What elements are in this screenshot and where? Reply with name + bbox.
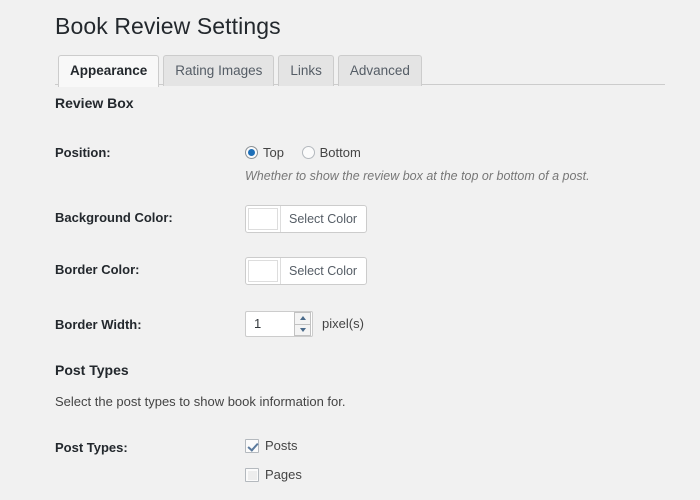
post-types-label: Post Types:	[55, 440, 128, 455]
tab-advanced[interactable]: Advanced	[337, 55, 422, 86]
stepper-down-icon[interactable]	[294, 324, 311, 336]
checkbox-option-posts[interactable]: Posts	[245, 437, 302, 455]
border-color-picker-button[interactable]: Select Color	[245, 257, 368, 285]
background-color-label: Background Color:	[55, 210, 173, 225]
border-width-unit: pixel(s)	[322, 316, 364, 331]
position-field: Top Bottom Whether to show the review bo…	[245, 144, 590, 185]
border-width-stepper	[294, 312, 311, 336]
border-color-label: Border Color:	[55, 262, 140, 277]
background-color-picker-label: Select Color	[280, 206, 366, 232]
border-color-swatch	[248, 260, 278, 282]
tab-appearance[interactable]: Appearance	[58, 55, 160, 87]
post-types-description: Select the post types to show book infor…	[55, 394, 346, 409]
checkbox-option-pages[interactable]: Pages	[245, 466, 302, 484]
border-width-label: Border Width:	[55, 317, 142, 332]
settings-page: Book Review Settings Appearance Rating Im…	[0, 0, 700, 500]
tab-bar: Appearance Rating Images Links Advanced	[55, 54, 665, 87]
position-label: Position:	[55, 145, 111, 160]
tab-links[interactable]: Links	[278, 55, 334, 86]
stepper-up-icon[interactable]	[294, 312, 311, 325]
tab-rating-images[interactable]: Rating Images	[163, 55, 275, 86]
border-color-field: Select Color	[245, 257, 368, 287]
background-color-field: Select Color	[245, 205, 368, 235]
border-width-input[interactable]: 1	[245, 311, 313, 337]
background-color-swatch	[248, 208, 278, 230]
section-heading-review-box: Review Box	[55, 95, 134, 111]
checkbox-posts-label: Posts	[265, 438, 298, 453]
post-types-field: Posts Pages	[245, 437, 302, 495]
section-heading-post-types: Post Types	[55, 362, 129, 378]
radio-option-top[interactable]: Top	[245, 144, 284, 162]
position-description: Whether to show the review box at the to…	[245, 169, 590, 183]
position-radio-group: Top Bottom	[245, 144, 590, 162]
radio-bottom-icon[interactable]	[301, 146, 315, 159]
radio-option-bottom[interactable]: Bottom	[301, 144, 361, 162]
checkbox-pages-label: Pages	[265, 467, 302, 482]
border-width-spinner-wrap: 1 pixel(s)	[245, 311, 364, 337]
background-color-picker-button[interactable]: Select Color	[245, 205, 368, 233]
border-width-value: 1	[254, 316, 262, 331]
page-title: Book Review Settings	[55, 13, 281, 39]
radio-bottom-label: Bottom	[319, 145, 361, 160]
radio-top-label: Top	[263, 145, 284, 160]
checkbox-pages-icon[interactable]	[245, 468, 259, 482]
border-color-picker-label: Select Color	[280, 258, 366, 284]
radio-top-icon[interactable]	[245, 146, 258, 159]
border-width-field: 1 pixel(s)	[245, 311, 364, 337]
checkbox-posts-icon[interactable]	[245, 439, 259, 453]
